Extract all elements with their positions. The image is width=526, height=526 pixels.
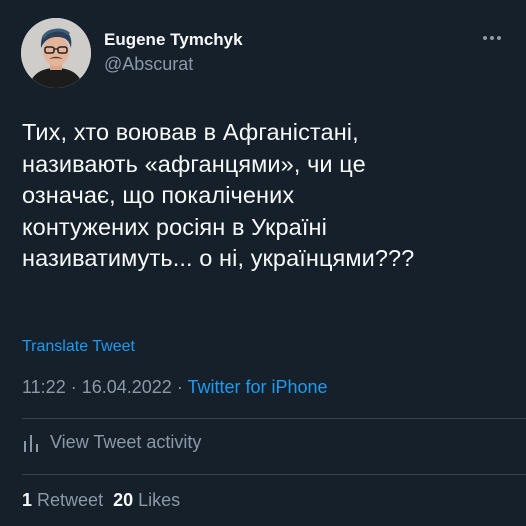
divider	[22, 474, 526, 475]
author-handle[interactable]: @Abscurat	[104, 54, 193, 75]
tweet-date[interactable]: 16.04.2022	[82, 377, 172, 397]
tweet-card: Eugene Tymchyk @Abscurat Тих, хто воював…	[0, 0, 526, 526]
tweet-meta: 11:22 · 16.04.2022 · Twitter for iPhone	[22, 377, 328, 398]
likes-count: 20	[113, 490, 134, 510]
meta-separator: ·	[65, 377, 82, 397]
retweets-label: Retweet	[37, 490, 104, 510]
divider	[22, 418, 526, 419]
likes-label: Likes	[138, 490, 181, 510]
user-photo-avatar-icon	[21, 18, 91, 88]
avatar[interactable]	[21, 18, 91, 88]
tweet-source-link[interactable]: Twitter for iPhone	[187, 377, 327, 397]
retweets-stat[interactable]: 1 Retweet	[22, 490, 103, 510]
meta-separator: ·	[171, 377, 188, 397]
author-display-name[interactable]: Eugene Tymchyk	[104, 30, 243, 50]
more-horizontal-icon[interactable]	[479, 28, 505, 48]
bar-chart-icon	[24, 434, 38, 452]
tweet-time[interactable]: 11:22	[22, 377, 66, 397]
translate-tweet-link[interactable]: Translate Tweet	[22, 338, 135, 356]
view-tweet-activity-button[interactable]: View Tweet activity	[22, 432, 201, 453]
likes-stat[interactable]: 20 Likes	[113, 490, 180, 510]
tweet-text: Тих, хто воював в Афганістані, називають…	[22, 119, 415, 271]
tweet-stats: 1 Retweet 20 Likes	[22, 490, 180, 511]
activity-label: View Tweet activity	[50, 432, 202, 452]
retweets-count: 1	[22, 490, 33, 510]
